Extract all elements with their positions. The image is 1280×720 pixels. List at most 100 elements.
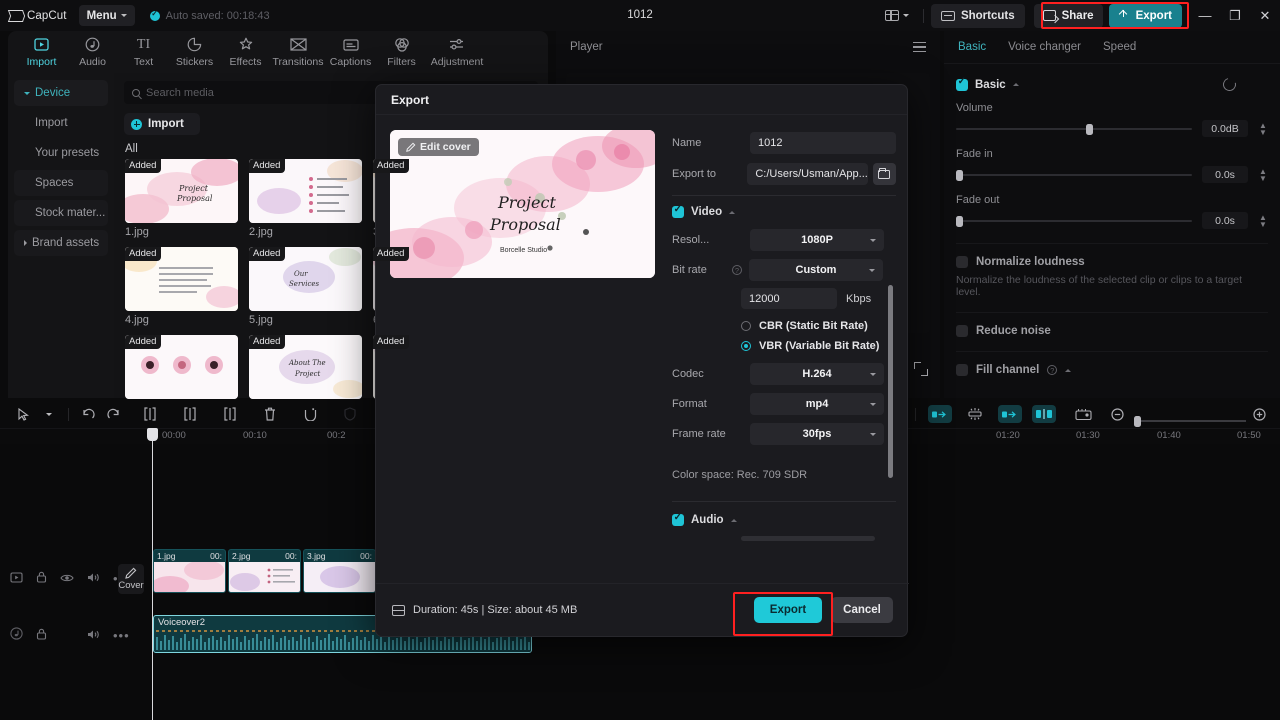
- lock-icon[interactable]: [36, 570, 47, 588]
- track-type-icon[interactable]: [10, 570, 23, 588]
- lock-icon[interactable]: [36, 627, 47, 645]
- snap-icon[interactable]: [1032, 405, 1056, 423]
- link-clips-icon[interactable]: [998, 405, 1022, 423]
- volume-slider[interactable]: [956, 128, 1192, 130]
- volume-value[interactable]: 0.0dB: [1202, 120, 1248, 137]
- tool-tab-text[interactable]: TI Text: [118, 36, 169, 68]
- visibility-icon[interactable]: [60, 570, 74, 588]
- cbr-radio[interactable]: [741, 321, 751, 331]
- tool-tab-stickers[interactable]: Stickers: [169, 36, 220, 68]
- select-tool-icon[interactable]: [10, 401, 36, 427]
- fade-out-slider[interactable]: [956, 220, 1192, 222]
- chevron-up-icon[interactable]: [1013, 83, 1019, 86]
- timeline-clip[interactable]: 3.jpg00:: [303, 549, 376, 593]
- fade-out-value[interactable]: 0.0s: [1202, 212, 1248, 229]
- fill-channel-checkbox[interactable]: [956, 364, 968, 376]
- tab-basic[interactable]: Basic: [958, 41, 986, 53]
- cancel-button[interactable]: Cancel: [831, 597, 893, 623]
- basic-checkbox[interactable]: [956, 79, 968, 91]
- zoom-out-icon[interactable]: [1104, 401, 1130, 427]
- tool-tab-filters[interactable]: Filters: [376, 36, 427, 68]
- keyframe-icon[interactable]: [1070, 401, 1096, 427]
- media-item[interactable]: Added 2.jpg: [249, 159, 362, 238]
- help-icon[interactable]: ?: [732, 265, 742, 275]
- resolution-select[interactable]: 1080P: [750, 229, 884, 251]
- chevron-up-icon[interactable]: [729, 211, 735, 214]
- name-input[interactable]: 1012: [750, 132, 896, 154]
- sidebar-item-spaces[interactable]: Spaces: [14, 170, 108, 196]
- chevron-down-icon[interactable]: [36, 401, 62, 427]
- dialog-scrollbar-thumb[interactable]: [888, 285, 893, 478]
- layout-button[interactable]: [878, 5, 916, 26]
- sidebar-item-brand-assets[interactable]: Brand assets: [14, 230, 108, 256]
- chevron-up-icon[interactable]: [1065, 369, 1071, 372]
- maximize-button[interactable]: ❐: [1220, 0, 1250, 31]
- zoom-slider-handle[interactable]: [1134, 416, 1141, 427]
- export-to-input[interactable]: C:/Users/Usman/App...: [747, 163, 867, 185]
- trim-right-icon[interactable]: [217, 401, 243, 427]
- audio-track-icon[interactable]: [10, 627, 23, 645]
- tool-tab-captions[interactable]: Captions: [325, 36, 376, 68]
- tab-speed[interactable]: Speed: [1103, 41, 1136, 53]
- help-icon[interactable]: ?: [1047, 365, 1057, 375]
- normalize-loudness-checkbox[interactable]: [956, 256, 968, 268]
- cbr-radio-row[interactable]: CBR (Static Bit Rate): [741, 316, 896, 336]
- sidebar-item-device[interactable]: Device: [14, 80, 108, 106]
- fullscreen-icon[interactable]: [914, 362, 928, 376]
- sidebar-item-stock-materials[interactable]: Stock mater...: [14, 200, 108, 226]
- fade-in-slider[interactable]: [956, 174, 1192, 176]
- more-options-icon[interactable]: •••: [113, 632, 130, 640]
- reduce-noise-row[interactable]: Reduce noise: [956, 325, 1280, 337]
- minimize-button[interactable]: —: [1190, 0, 1220, 31]
- mute-icon[interactable]: [87, 627, 100, 645]
- fade-in-stepper[interactable]: ▲▼: [1258, 168, 1268, 182]
- sidebar-item-your-presets[interactable]: Your presets: [14, 140, 108, 166]
- close-button[interactable]: ✕: [1250, 0, 1280, 31]
- media-item[interactable]: Added Our Services 5.jpg: [249, 247, 362, 326]
- volume-stepper[interactable]: ▲▼: [1258, 122, 1268, 136]
- shield-icon[interactable]: [337, 401, 363, 427]
- bitrate-number-input[interactable]: 12000: [741, 288, 837, 309]
- codec-select[interactable]: H.264: [750, 363, 884, 385]
- tool-tab-effects[interactable]: Effects: [220, 36, 271, 68]
- fade-in-value[interactable]: 0.0s: [1202, 166, 1248, 183]
- playhead[interactable]: [152, 428, 153, 720]
- edit-cover-button[interactable]: Edit cover: [398, 138, 479, 156]
- import-media-button[interactable]: Import: [124, 113, 200, 135]
- zoom-in-icon[interactable]: [1246, 401, 1272, 427]
- tool-tab-adjustment[interactable]: Adjustment: [427, 36, 487, 68]
- cover-button[interactable]: Cover: [118, 564, 144, 594]
- fade-out-stepper[interactable]: ▲▼: [1258, 214, 1268, 228]
- tool-tab-audio[interactable]: Audio: [67, 36, 118, 68]
- vbr-radio-row[interactable]: VBR (Variable Bit Rate): [741, 336, 896, 356]
- media-item[interactable]: Added 4.jpg: [125, 247, 238, 326]
- volume-slider-handle[interactable]: [1086, 124, 1093, 135]
- tab-voice-changer[interactable]: Voice changer: [1008, 41, 1081, 53]
- menu-icon[interactable]: [913, 42, 926, 53]
- fade-in-slider-handle[interactable]: [956, 170, 963, 181]
- chevron-up-icon[interactable]: [731, 519, 737, 522]
- media-item[interactable]: Added Project Proposal 1.jpg: [125, 159, 238, 238]
- tool-tab-import[interactable]: Import: [16, 36, 67, 68]
- fill-channel-row[interactable]: Fill channel ?: [956, 364, 1280, 376]
- reset-icon[interactable]: [1221, 76, 1239, 94]
- reduce-noise-checkbox[interactable]: [956, 325, 968, 337]
- delete-icon[interactable]: [257, 401, 283, 427]
- browse-folder-button[interactable]: [873, 163, 896, 185]
- shortcuts-button[interactable]: Shortcuts: [931, 4, 1025, 28]
- mask-icon[interactable]: [297, 401, 323, 427]
- audio-checkbox[interactable]: [672, 514, 684, 526]
- menu-button[interactable]: Menu: [79, 5, 135, 26]
- timeline-clip[interactable]: 1.jpg00:: [153, 549, 226, 593]
- auto-cut-icon[interactable]: [928, 405, 952, 423]
- undo-icon[interactable]: [75, 401, 101, 427]
- vbr-radio[interactable]: [741, 341, 751, 351]
- mute-icon[interactable]: [87, 570, 100, 588]
- framerate-select[interactable]: 30fps: [750, 423, 884, 445]
- format-select[interactable]: mp4: [750, 393, 884, 415]
- trim-left-icon[interactable]: [177, 401, 203, 427]
- redo-icon[interactable]: [101, 401, 127, 427]
- bitrate-select[interactable]: Custom: [749, 259, 883, 281]
- fade-out-slider-handle[interactable]: [956, 216, 963, 227]
- playhead-handle[interactable]: [147, 428, 158, 441]
